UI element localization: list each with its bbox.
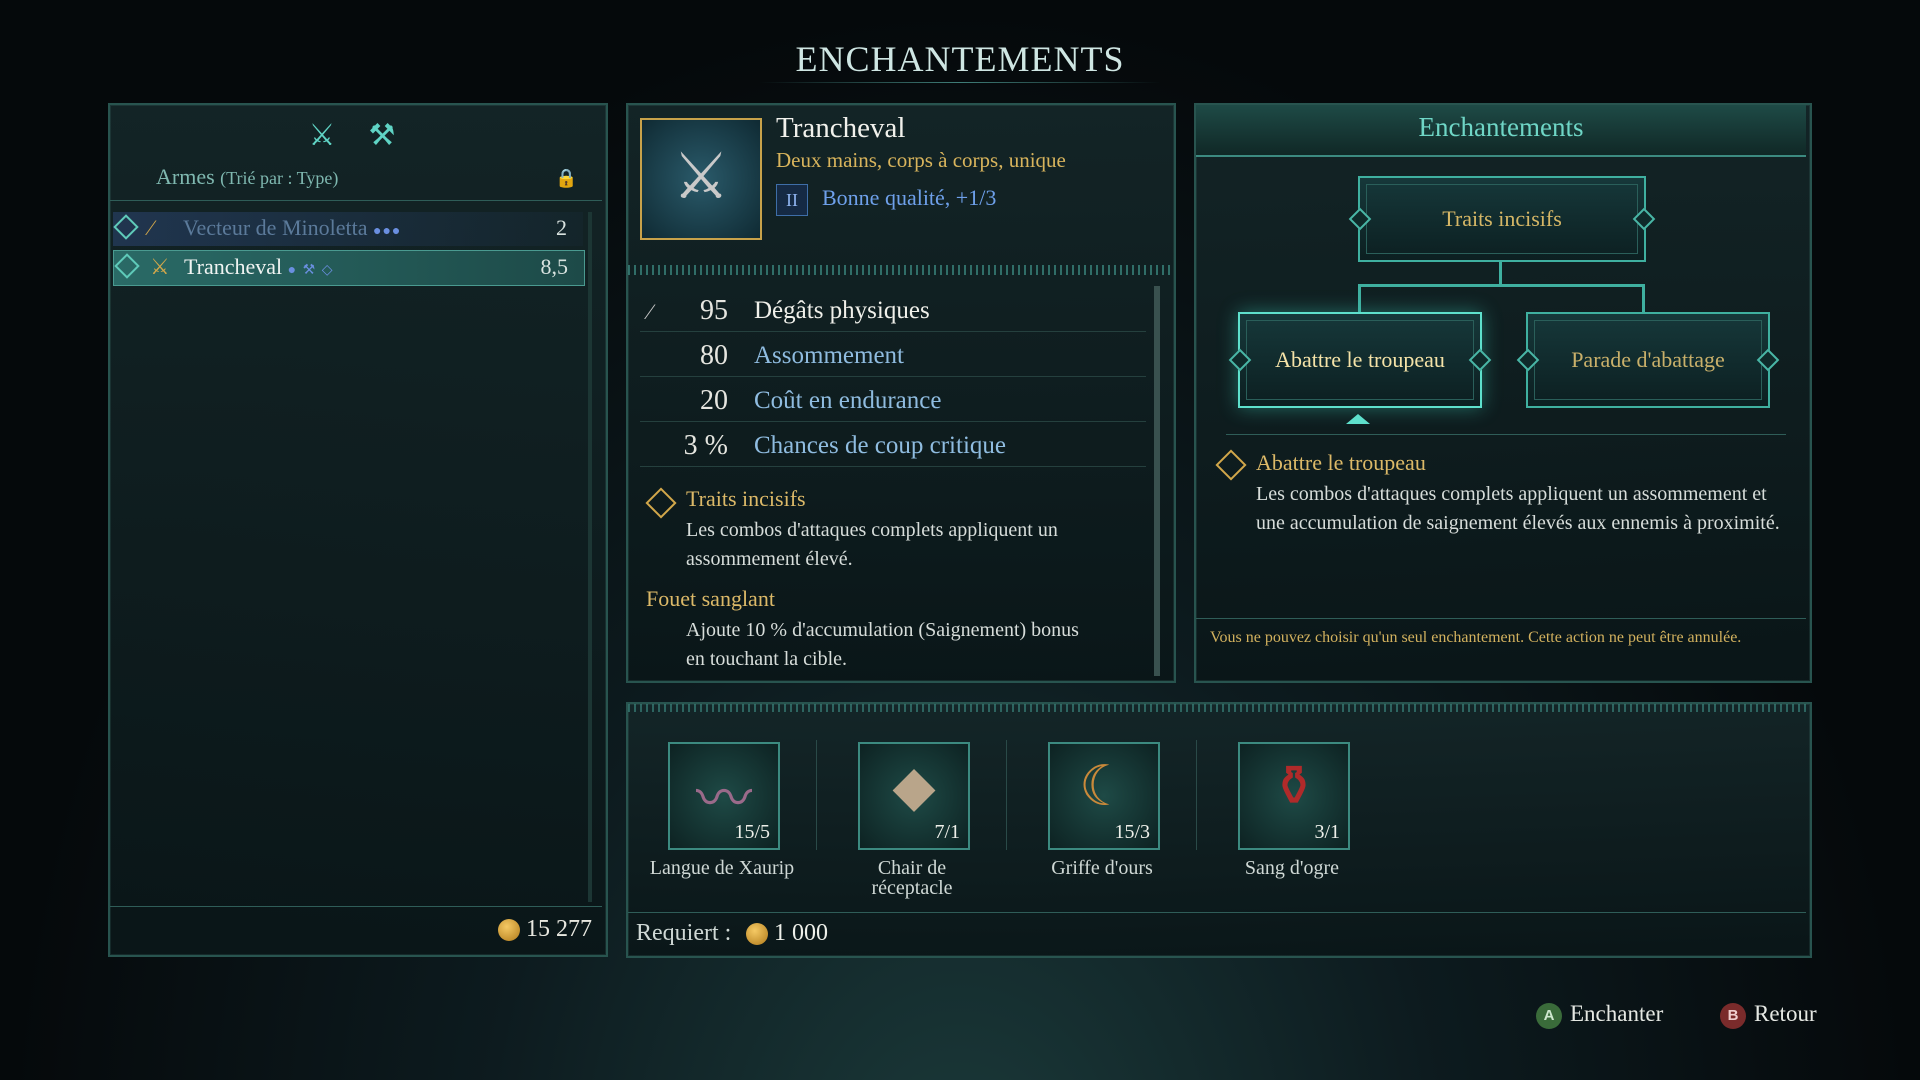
inventory-scrollbar[interactable] [588, 212, 592, 902]
trait-description-line: assommement élevé. [686, 548, 853, 570]
anvil-small-icon: ⚒ [302, 263, 317, 278]
item-name: Trancheval ● ⚒ ◇ [184, 254, 334, 279]
category-tabs: ⚔ ⚒ [300, 118, 420, 158]
item-thumbnail: ⚔ [640, 118, 762, 240]
item-subtitle: Deux mains, corps à corps, unique [776, 148, 1066, 172]
material-name: Langue de Xaurip [649, 857, 795, 879]
material-name: Chair de réceptacle [871, 857, 953, 899]
flesh-icon: ◆ [892, 756, 936, 818]
divider [110, 200, 602, 201]
divider [1226, 434, 1786, 435]
selection-caret-icon [1346, 414, 1370, 424]
divider [1196, 618, 1806, 619]
material-count: 3/1 [1314, 821, 1340, 843]
stat-value: 20 [700, 385, 728, 416]
quality-tier-badge: II [776, 184, 808, 216]
material-slot[interactable]: ⚱ 3/1 [1238, 742, 1350, 850]
category-label: Armes [156, 164, 215, 189]
tree-connector [1642, 284, 1645, 312]
list-item[interactable]: ⁄ Vecteur de Minoletta ●●● 2 [113, 212, 583, 246]
stat-value: 80 [700, 340, 728, 371]
trait-description-line: Les combos d'attaques complets appliquen… [686, 519, 1058, 541]
enchant-node-root[interactable]: Traits incisifs [1348, 176, 1656, 262]
trait-description-line: en touchant la cible. [686, 648, 848, 670]
sword-stat-icon: ⁄ [648, 299, 652, 324]
item-weight: 2 [556, 215, 567, 240]
coin-icon [498, 919, 520, 942]
diamond-marker-icon [113, 214, 139, 240]
sort-mode: (Trié par : Type) [220, 168, 339, 188]
screen-title: ENCHANTEMENTS [795, 39, 1125, 79]
trait-name: Fouet sanglant [646, 586, 775, 611]
stat-label: Coût en endurance [754, 387, 942, 414]
enchant-prompt[interactable]: A Enchanter [1536, 1001, 1663, 1029]
claw-icon: ☾ [1078, 756, 1130, 818]
divider [1196, 740, 1197, 850]
tree-connector [1358, 284, 1644, 287]
crossed-weapons-icon[interactable]: ⚔ [304, 118, 340, 154]
material-slot[interactable]: ☾ 15/3 [1048, 742, 1160, 850]
material-count: 15/5 [734, 821, 770, 843]
decorative-band [628, 704, 1806, 712]
list-item-selected[interactable]: ⚔ Trancheval ● ⚒ ◇ 8,5 [113, 250, 585, 286]
requirement-label: Requiert : [636, 920, 732, 946]
requirement-cost: 1 000 [746, 920, 828, 947]
quality-pips: ● [287, 263, 298, 278]
enchant-option-selected[interactable]: Abattre le troupeau [1228, 312, 1492, 408]
trait-description-line: Ajoute 10 % d'accumulation (Saignement) … [686, 619, 1079, 641]
selected-enchant-name: Abattre le troupeau [1256, 450, 1426, 475]
back-prompt[interactable]: B Retour [1720, 1001, 1817, 1029]
potion-icon: ⚱ [1270, 756, 1318, 818]
stat-row: ⁄ 95 Dégâts physiques [640, 291, 1146, 332]
stat-value: 3 % [683, 430, 728, 461]
stat-value: 95 [700, 295, 728, 326]
wand-icon: ⁄ [149, 215, 153, 240]
stat-row: 80 Assommement [640, 336, 1146, 377]
material-slot[interactable]: ◆ 7/1 [858, 742, 970, 850]
stat-row: 3 % Chances de coup critique [640, 426, 1146, 467]
quality-text: Bonne qualité, +1/3 [822, 185, 997, 210]
divider [816, 740, 817, 850]
title-divider [760, 82, 1160, 83]
trait-name: Traits incisifs [686, 486, 806, 511]
sword-icon: ⚔ [150, 254, 170, 279]
a-button-icon: A [1536, 1002, 1562, 1029]
tree-connector [1499, 258, 1502, 286]
enchantments-title: Enchantements [1418, 112, 1584, 142]
item-weight: 8,5 [540, 254, 569, 279]
stat-label: Chances de coup critique [754, 432, 1006, 459]
anvil-icon[interactable]: ⚒ [364, 118, 400, 154]
b-button-icon: B [1720, 1002, 1746, 1029]
quality-pips: ●●● [373, 224, 402, 239]
item-name: Vecteur de Minoletta ●●● [183, 215, 402, 240]
greatsword-icon: ⚔ [672, 141, 730, 212]
decorative-band [628, 265, 1170, 275]
enchant-option[interactable]: Parade d'abattage [1516, 312, 1780, 408]
details-scrollbar[interactable] [1154, 286, 1160, 676]
divider [110, 906, 602, 907]
stat-row: 20 Coût en endurance [640, 381, 1146, 422]
stat-label: Dégâts physiques [754, 297, 930, 324]
divider [628, 912, 1806, 913]
lock-icon[interactable]: 🔒 [555, 168, 577, 188]
material-slot[interactable]: 〰 15/5 [668, 742, 780, 850]
divider [1006, 740, 1007, 850]
inventory-sort-label: Armes (Trié par : Type) [156, 164, 338, 190]
material-name: Griffe d'ours [1051, 857, 1153, 879]
material-count: 7/1 [934, 821, 960, 843]
diamond-marker-icon [114, 253, 140, 279]
enchant-diamond-icon: ◇ [321, 263, 334, 278]
selected-enchant-description: Les combos d'attaques complets appliquen… [1256, 483, 1780, 534]
warning-text: Vous ne pouvez choisir qu'un seul enchan… [1210, 629, 1742, 646]
coin-icon [746, 923, 768, 946]
tree-connector [1358, 284, 1361, 312]
material-count: 15/3 [1114, 821, 1150, 843]
item-title: Trancheval [776, 112, 906, 144]
material-name: Sang d'ogre [1244, 857, 1340, 879]
gold-total: 15 277 [498, 916, 592, 943]
stat-label: Assommement [754, 342, 904, 369]
